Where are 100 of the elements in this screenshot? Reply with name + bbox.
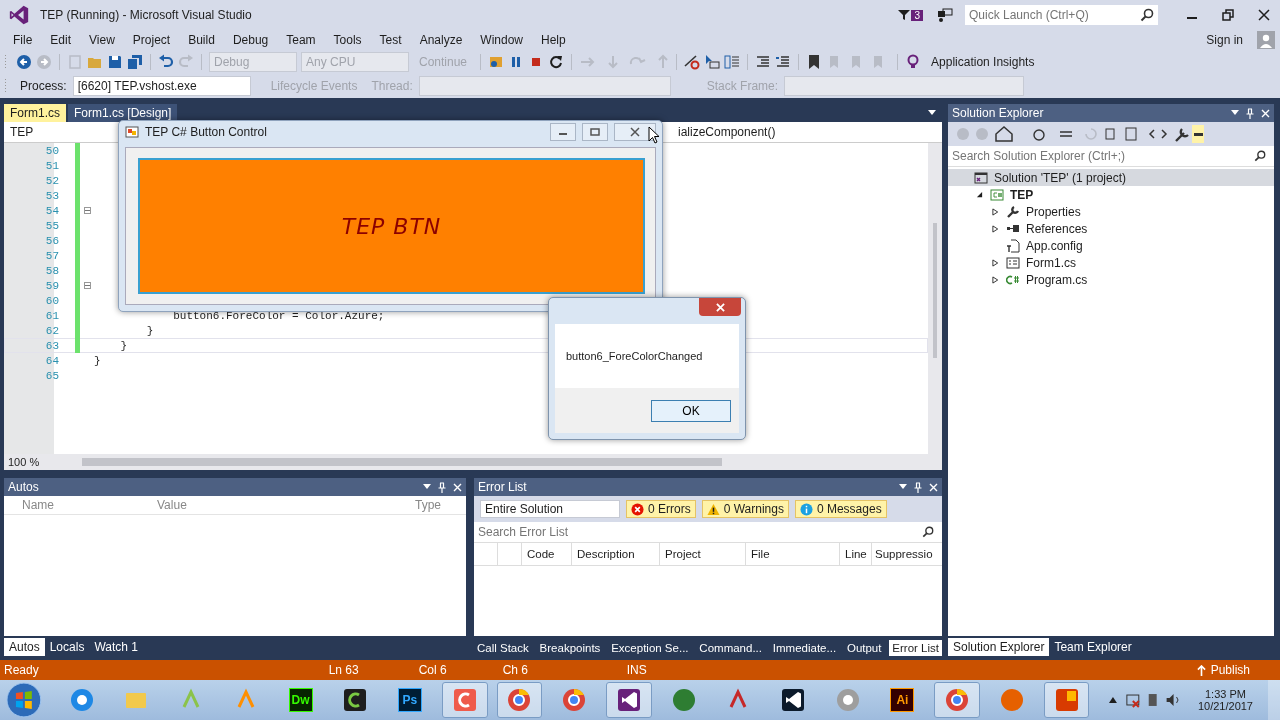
menu-item[interactable]: Window (471, 33, 532, 47)
taskbar-app[interactable]: Ps (387, 682, 433, 718)
filter-button[interactable]: 0 Errors (626, 500, 696, 518)
menu-item[interactable]: Edit (41, 33, 81, 47)
restore-icon[interactable] (1222, 9, 1234, 21)
process-dropdown[interactable]: [6620] TEP.vshost.exe (72, 76, 251, 96)
project-dropdown[interactable]: TEP (4, 125, 40, 139)
panel-tab[interactable]: Watch 1 (89, 638, 143, 656)
panel-tab[interactable]: Immediate... (769, 640, 840, 656)
scrollbar-thumb[interactable] (933, 223, 937, 358)
column-header[interactable]: Suppressio (872, 543, 942, 565)
expanded-arrow-icon[interactable] (975, 191, 983, 198)
panel-tab[interactable]: Autos (4, 638, 45, 656)
column-header[interactable]: Type (407, 498, 441, 512)
maximize-button[interactable] (582, 123, 608, 141)
close-icon[interactable] (1258, 9, 1270, 21)
column-header[interactable]: Value (147, 498, 407, 512)
menu-item[interactable]: Debug (223, 33, 278, 47)
column-header[interactable]: File (746, 543, 840, 565)
undo-icon[interactable] (158, 54, 174, 70)
back-icon[interactable] (16, 54, 32, 70)
tree-item[interactable]: TEP (948, 186, 1274, 203)
document-tab[interactable]: Form1.cs [Design] (68, 104, 178, 122)
account-icon[interactable] (1257, 31, 1275, 49)
panel-tab[interactable]: Solution Explorer (948, 638, 1050, 656)
tab-list-icon[interactable] (928, 110, 936, 116)
toolbar-grip[interactable] (4, 78, 8, 94)
filter-button[interactable]: 0 Warnings (701, 500, 789, 518)
panel-tab[interactable]: Output (843, 640, 885, 656)
scrollbar-thumb[interactable] (82, 458, 722, 466)
toolbar-grip[interactable] (4, 54, 8, 70)
panel-tab[interactable]: Command... (696, 640, 765, 656)
indent-icon[interactable] (755, 54, 772, 70)
scope-dropdown[interactable]: Entire Solution (480, 500, 620, 518)
taskbar-app[interactable]: Dw (277, 682, 324, 718)
member-dropdown[interactable]: ializeComponent() (672, 125, 942, 139)
restart-icon[interactable] (548, 54, 565, 70)
menu-item[interactable]: View (80, 33, 124, 47)
ok-button[interactable]: OK (651, 399, 731, 422)
menu-item[interactable]: Analyze (410, 33, 472, 47)
zoom-dropdown[interactable]: 100 % (4, 456, 64, 468)
tree-item[interactable]: References (948, 220, 1274, 237)
vertical-scrollbar[interactable] (928, 143, 942, 454)
collapse-icon[interactable] (83, 207, 91, 214)
tree-item[interactable]: Program.cs (948, 271, 1274, 288)
dropdown-arrow-icon[interactable] (423, 484, 431, 490)
find-icon[interactable] (488, 54, 505, 70)
breakpoint-icon[interactable] (684, 54, 701, 70)
collapsed-arrow-icon[interactable] (991, 224, 999, 233)
menu-item[interactable]: Tools (324, 33, 371, 47)
taskbar-app[interactable] (605, 682, 652, 718)
clock[interactable]: 1:33 PM 10/21/2017 (1197, 688, 1253, 712)
close-button[interactable] (699, 298, 741, 316)
save-icon[interactable] (107, 54, 123, 70)
panel-tab[interactable]: Exception Se... (608, 640, 692, 656)
document-tab[interactable]: Form1.cs (4, 104, 66, 122)
tree-item[interactable]: App.config (948, 237, 1274, 254)
pin-icon[interactable] (914, 481, 922, 493)
column-header[interactable]: Name (4, 498, 147, 512)
panel-tab[interactable]: Team Explorer (1049, 638, 1137, 656)
application-insights-button[interactable]: Application Insights (925, 55, 1041, 69)
collapsed-arrow-icon[interactable] (991, 275, 999, 284)
form-button[interactable]: TEP BTN (138, 158, 645, 294)
publish-button[interactable]: Publish (1210, 663, 1250, 677)
pin-icon[interactable] (438, 481, 446, 493)
pointer-icon[interactable] (704, 54, 721, 70)
filter-button[interactable]: 0 Messages (794, 500, 887, 518)
taskbar-app[interactable]: Ai (879, 682, 926, 718)
menu-item[interactable]: Team (277, 33, 325, 47)
panel-tab[interactable]: Call Stack (474, 640, 532, 656)
tree-item[interactable]: Form1.cs (948, 254, 1274, 271)
column-header[interactable]: Project (660, 543, 746, 565)
menu-item[interactable]: File (4, 33, 42, 47)
menu-item[interactable]: Test (370, 33, 411, 47)
menu-item[interactable]: Project (123, 33, 180, 47)
collapsed-arrow-icon[interactable] (991, 207, 999, 216)
dropdown-arrow-icon[interactable] (1231, 110, 1239, 116)
panel-tab[interactable]: Error List (889, 640, 942, 656)
panel-tab[interactable]: Locals (44, 638, 90, 656)
collapsed-arrow-icon[interactable] (991, 258, 999, 267)
quick-launch-field[interactable]: Quick Launch (Ctrl+Q) (965, 5, 1140, 25)
column-header[interactable]: Description (572, 543, 660, 565)
comment-icon[interactable] (775, 54, 792, 70)
pin-icon[interactable] (1246, 107, 1254, 119)
notifications-button[interactable]: 3 (898, 9, 923, 21)
tree-item[interactable]: Solution 'TEP' (1 project) (948, 169, 1274, 186)
sign-in-link[interactable]: Sign in (1206, 33, 1243, 47)
menu-item[interactable]: Build (179, 33, 224, 47)
list-icon[interactable] (724, 54, 741, 70)
minimize-button[interactable] (550, 123, 576, 141)
menu-item[interactable]: Help (532, 33, 575, 47)
collapse-icon[interactable] (83, 282, 91, 289)
dropdown-arrow-icon[interactable] (899, 484, 907, 490)
column-header[interactable]: Line (840, 543, 872, 565)
tree-item[interactable]: Properties (948, 203, 1274, 220)
upload-arrow-icon[interactable] (1196, 664, 1206, 676)
start-button[interactable] (6, 682, 42, 718)
column-header[interactable]: Code (522, 543, 572, 565)
panel-tab[interactable]: Breakpoints (536, 640, 604, 656)
save-all-icon[interactable] (127, 54, 143, 70)
